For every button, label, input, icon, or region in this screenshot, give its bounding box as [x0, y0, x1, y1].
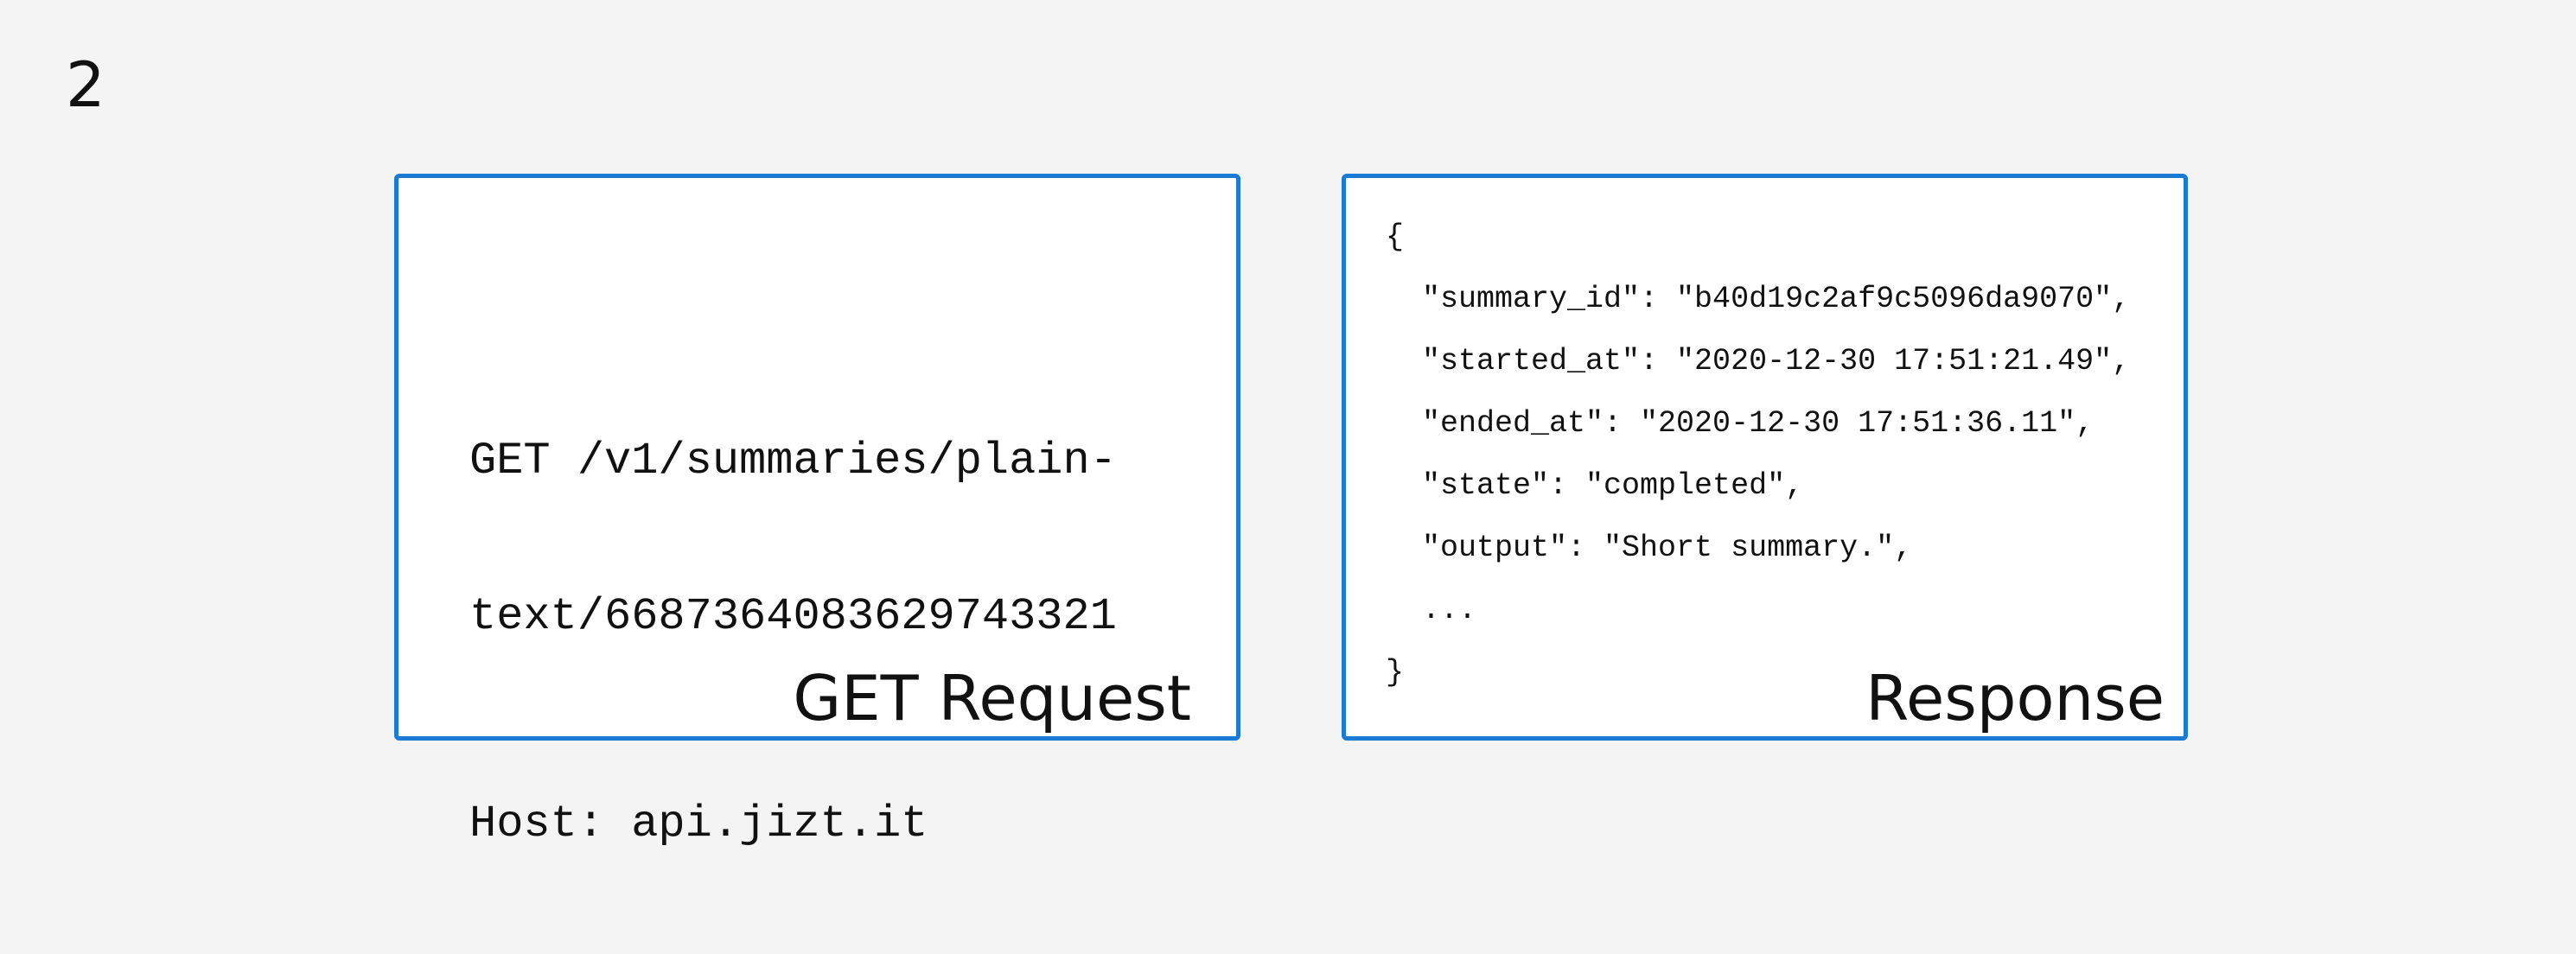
request-text: GET /v1/summaries/plain- text/6687364083…: [469, 332, 1117, 954]
get-request-caption: GET Request: [793, 662, 1191, 735]
request-host-line: Host: api.jizt.it: [469, 798, 928, 849]
json-line: "ended_at": "2020-12-30 17:51:36.11",: [1386, 406, 2095, 441]
json-line: ...: [1386, 593, 1477, 627]
json-line: {: [1386, 219, 1405, 254]
get-request-panel: GET /v1/summaries/plain- text/6687364083…: [394, 174, 1240, 849]
json-line: "started_at": "2020-12-30 17:51:21.49",: [1386, 344, 2131, 378]
response-json: { "summary_id": "b40d19c2af9c5096da9070"…: [1386, 216, 2130, 714]
response-panel: { "summary_id": "b40d19c2af9c5096da9070"…: [1342, 174, 2188, 741]
request-line: text/6687364083629743321: [469, 591, 1117, 642]
request-line: GET /v1/summaries/plain-: [469, 436, 1117, 487]
json-line: "summary_id": "b40d19c2af9c5096da9070",: [1386, 282, 2131, 316]
json-line: "output": "Short summary.",: [1386, 531, 1913, 565]
json-line: "state": "completed",: [1386, 468, 1804, 503]
step-number: 2: [66, 48, 105, 121]
response-caption: Response: [1865, 662, 2165, 735]
